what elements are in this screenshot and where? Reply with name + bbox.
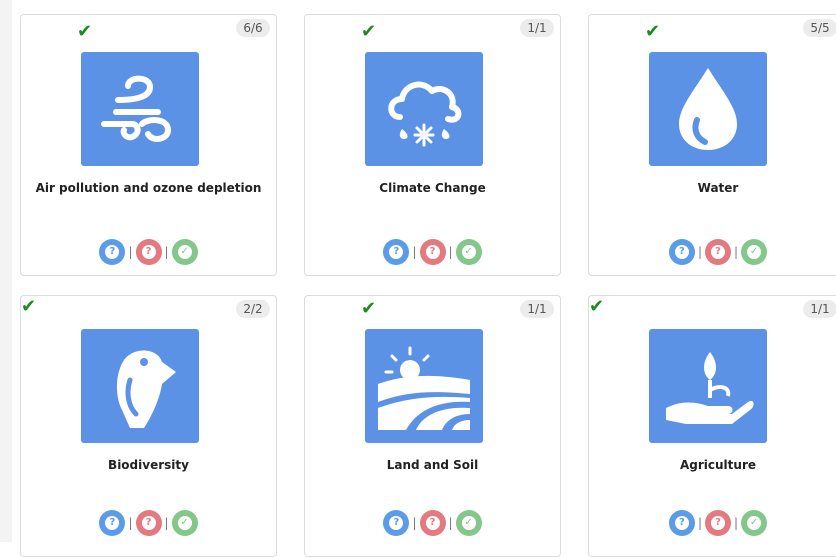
separator: | bbox=[734, 516, 739, 530]
help-button[interactable]: ? bbox=[383, 510, 410, 536]
card-title: Biodiversity bbox=[108, 458, 189, 472]
answer-buttons: ? | ? | ✓ bbox=[589, 510, 836, 536]
separator: | bbox=[448, 516, 453, 530]
wrong-button[interactable]: ? bbox=[419, 239, 446, 265]
completed-check-icon: ✔ bbox=[21, 296, 37, 317]
separator: | bbox=[128, 516, 133, 530]
answer-buttons: ? | ? | ✓ bbox=[305, 510, 560, 536]
separator: | bbox=[697, 245, 702, 259]
progress-count: 5/5 bbox=[803, 19, 836, 37]
check-icon: ✓ bbox=[177, 516, 192, 530]
progress-count: 6/6 bbox=[236, 19, 270, 37]
check-icon: ✓ bbox=[461, 516, 476, 530]
separator: | bbox=[412, 245, 417, 259]
help-button[interactable]: ? bbox=[99, 510, 126, 536]
correct-button[interactable]: ✓ bbox=[741, 510, 768, 536]
help-button[interactable]: ? bbox=[383, 239, 410, 265]
check-icon: ✓ bbox=[747, 516, 762, 530]
completed-check-icon: ✔ bbox=[77, 21, 93, 42]
question-icon: ? bbox=[141, 245, 156, 259]
question-icon: ? bbox=[105, 516, 120, 530]
answer-buttons: ? | ? | ✓ bbox=[589, 239, 836, 265]
question-icon: ? bbox=[425, 245, 440, 259]
wrong-button[interactable]: ? bbox=[419, 510, 446, 536]
wind-icon bbox=[81, 52, 199, 166]
help-button[interactable]: ? bbox=[99, 239, 126, 265]
completed-check-icon: ✔ bbox=[361, 298, 377, 319]
separator: | bbox=[734, 245, 739, 259]
answer-buttons: ? | ? | ✓ bbox=[21, 510, 276, 536]
water-drop-icon bbox=[649, 52, 767, 166]
topic-card-air-pollution[interactable]: ✔ 6/6 Air pollution and ozone depletion … bbox=[20, 14, 277, 276]
completed-check-icon: ✔ bbox=[589, 296, 605, 317]
separator: | bbox=[448, 245, 453, 259]
help-button[interactable]: ? bbox=[668, 239, 695, 265]
question-icon: ? bbox=[425, 516, 440, 530]
question-icon: ? bbox=[711, 245, 725, 259]
cloud-snow-rain-icon bbox=[365, 52, 483, 166]
topic-card-agriculture[interactable]: ✔ 1/1 Agriculture ? | ? | ✓ bbox=[588, 295, 836, 557]
puffin-bird-icon bbox=[81, 329, 199, 443]
check-icon: ✓ bbox=[177, 245, 192, 259]
topic-card-water[interactable]: ✔ 5/5 Water ? | ? | ✓ bbox=[588, 14, 836, 276]
help-button[interactable]: ? bbox=[668, 510, 695, 536]
question-icon: ? bbox=[389, 516, 404, 530]
separator: | bbox=[412, 516, 417, 530]
question-icon: ? bbox=[674, 516, 689, 530]
topic-card-biodiversity[interactable]: ✔ 2/2 Biodiversity ? | ? | ✓ bbox=[20, 295, 277, 557]
correct-button[interactable]: ✓ bbox=[171, 510, 198, 536]
wrong-button[interactable]: ? bbox=[705, 510, 731, 536]
correct-button[interactable]: ✓ bbox=[171, 239, 198, 265]
progress-count: 1/1 bbox=[520, 19, 554, 37]
card-title: Air pollution and ozone depletion bbox=[35, 181, 262, 195]
progress-count: 2/2 bbox=[236, 300, 270, 318]
card-title: Land and Soil bbox=[386, 458, 479, 472]
wrong-button[interactable]: ? bbox=[135, 510, 162, 536]
separator: | bbox=[164, 245, 169, 259]
completed-check-icon: ✔ bbox=[361, 21, 377, 42]
question-icon: ? bbox=[674, 245, 689, 259]
card-title: Water bbox=[697, 181, 739, 195]
topic-card-climate-change[interactable]: ✔ 1/1 Climate Change ? | ? | ✓ bbox=[304, 14, 561, 276]
completed-check-icon: ✔ bbox=[645, 21, 661, 42]
question-icon: ? bbox=[141, 516, 156, 530]
hand-sprout-icon bbox=[649, 329, 767, 443]
wrong-button[interactable]: ? bbox=[135, 239, 162, 265]
question-icon: ? bbox=[711, 516, 725, 530]
question-icon: ? bbox=[105, 245, 120, 259]
sun-field-icon bbox=[365, 329, 483, 443]
card-title: Agriculture bbox=[679, 458, 756, 472]
answer-buttons: ? | ? | ✓ bbox=[305, 239, 560, 265]
topic-card-land-and-soil[interactable]: ✔ 1/1 Land and Soil ? | ? | ✓ bbox=[304, 295, 561, 557]
separator: | bbox=[697, 516, 702, 530]
question-icon: ? bbox=[389, 245, 404, 259]
wrong-button[interactable]: ? bbox=[705, 239, 731, 265]
card-title: Climate Change bbox=[379, 181, 486, 195]
answer-buttons: ? | ? | ✓ bbox=[21, 239, 276, 265]
progress-count: 1/1 bbox=[520, 300, 554, 318]
check-icon: ✓ bbox=[747, 245, 762, 259]
check-icon: ✓ bbox=[461, 245, 476, 259]
progress-count: 1/1 bbox=[803, 300, 836, 318]
correct-button[interactable]: ✓ bbox=[455, 239, 482, 265]
separator: | bbox=[164, 516, 169, 530]
correct-button[interactable]: ✓ bbox=[455, 510, 482, 536]
left-panel bbox=[0, 0, 12, 542]
separator: | bbox=[128, 245, 133, 259]
correct-button[interactable]: ✓ bbox=[741, 239, 768, 265]
